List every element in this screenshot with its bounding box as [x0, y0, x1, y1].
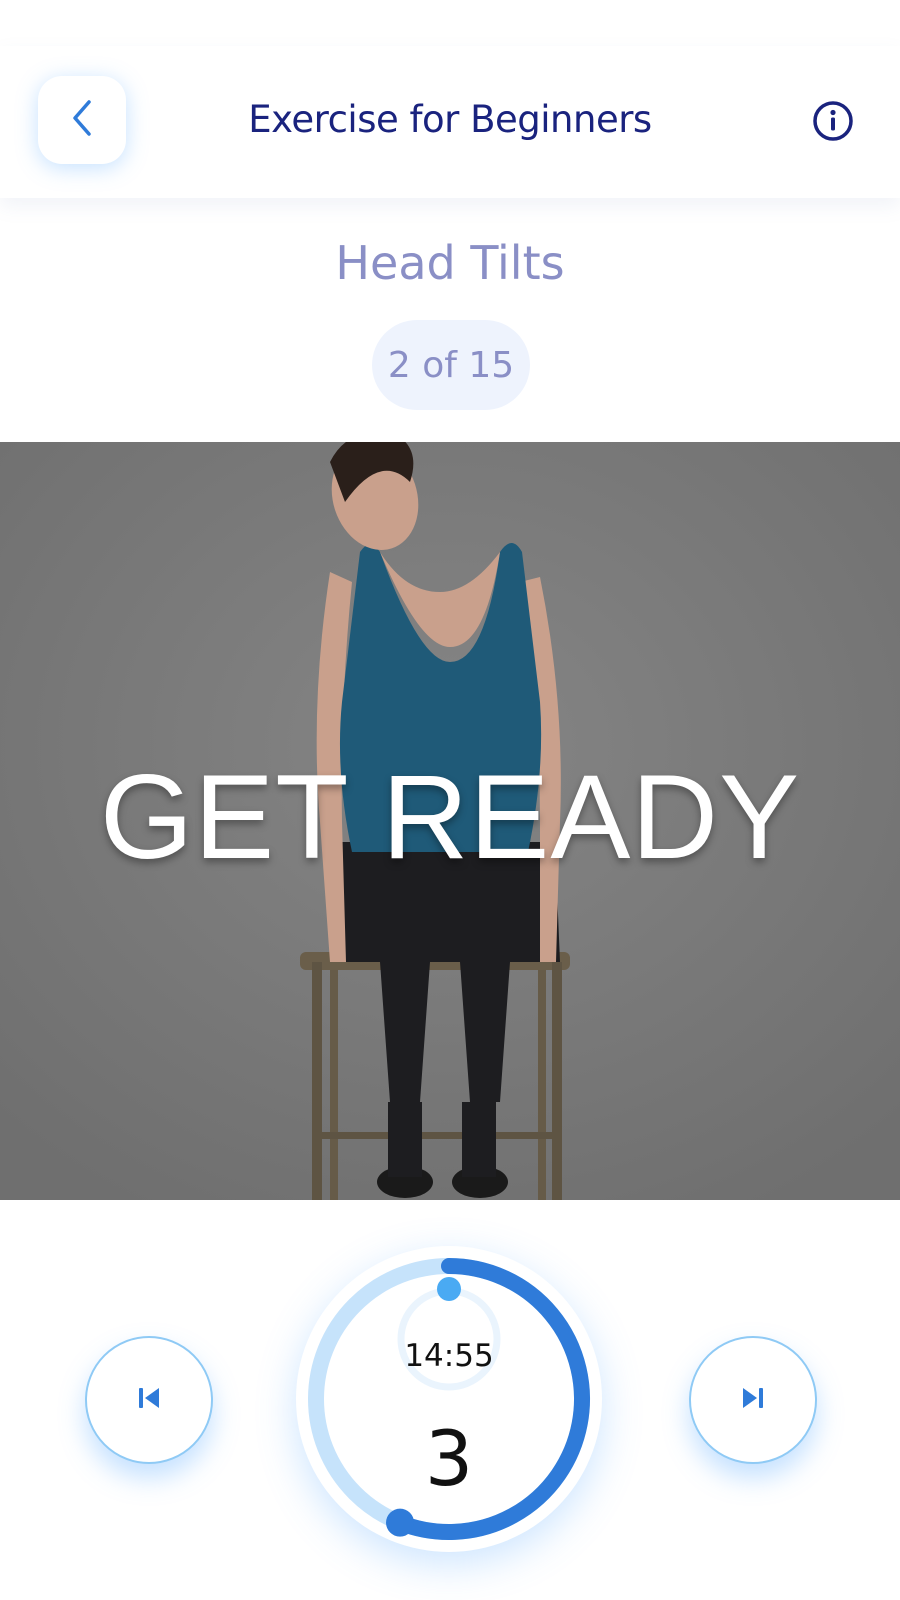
- status-bar: [0, 0, 900, 46]
- exercise-progress-badge: 2 of 15: [372, 320, 530, 410]
- countdown-number: 3: [424, 1414, 474, 1503]
- info-icon: [812, 100, 854, 146]
- app-header: Exercise for Beginners: [0, 46, 900, 198]
- info-button[interactable]: [810, 100, 856, 146]
- chevron-left-icon: [67, 98, 97, 142]
- page-title: Exercise for Beginners: [248, 98, 652, 141]
- get-ready-overlay: GET READY: [99, 750, 801, 884]
- previous-exercise-button[interactable]: [85, 1336, 213, 1464]
- exercise-name: Head Tilts: [335, 236, 565, 290]
- skip-previous-icon: [134, 1383, 164, 1417]
- next-exercise-button[interactable]: [689, 1336, 817, 1464]
- timer-progress-ring: [308, 1258, 590, 1540]
- elapsed-time-label: 14:55: [404, 1338, 494, 1374]
- exercise-timer[interactable]: 14:55 3: [296, 1246, 602, 1552]
- skip-next-icon: [738, 1383, 768, 1417]
- back-button[interactable]: [38, 76, 126, 164]
